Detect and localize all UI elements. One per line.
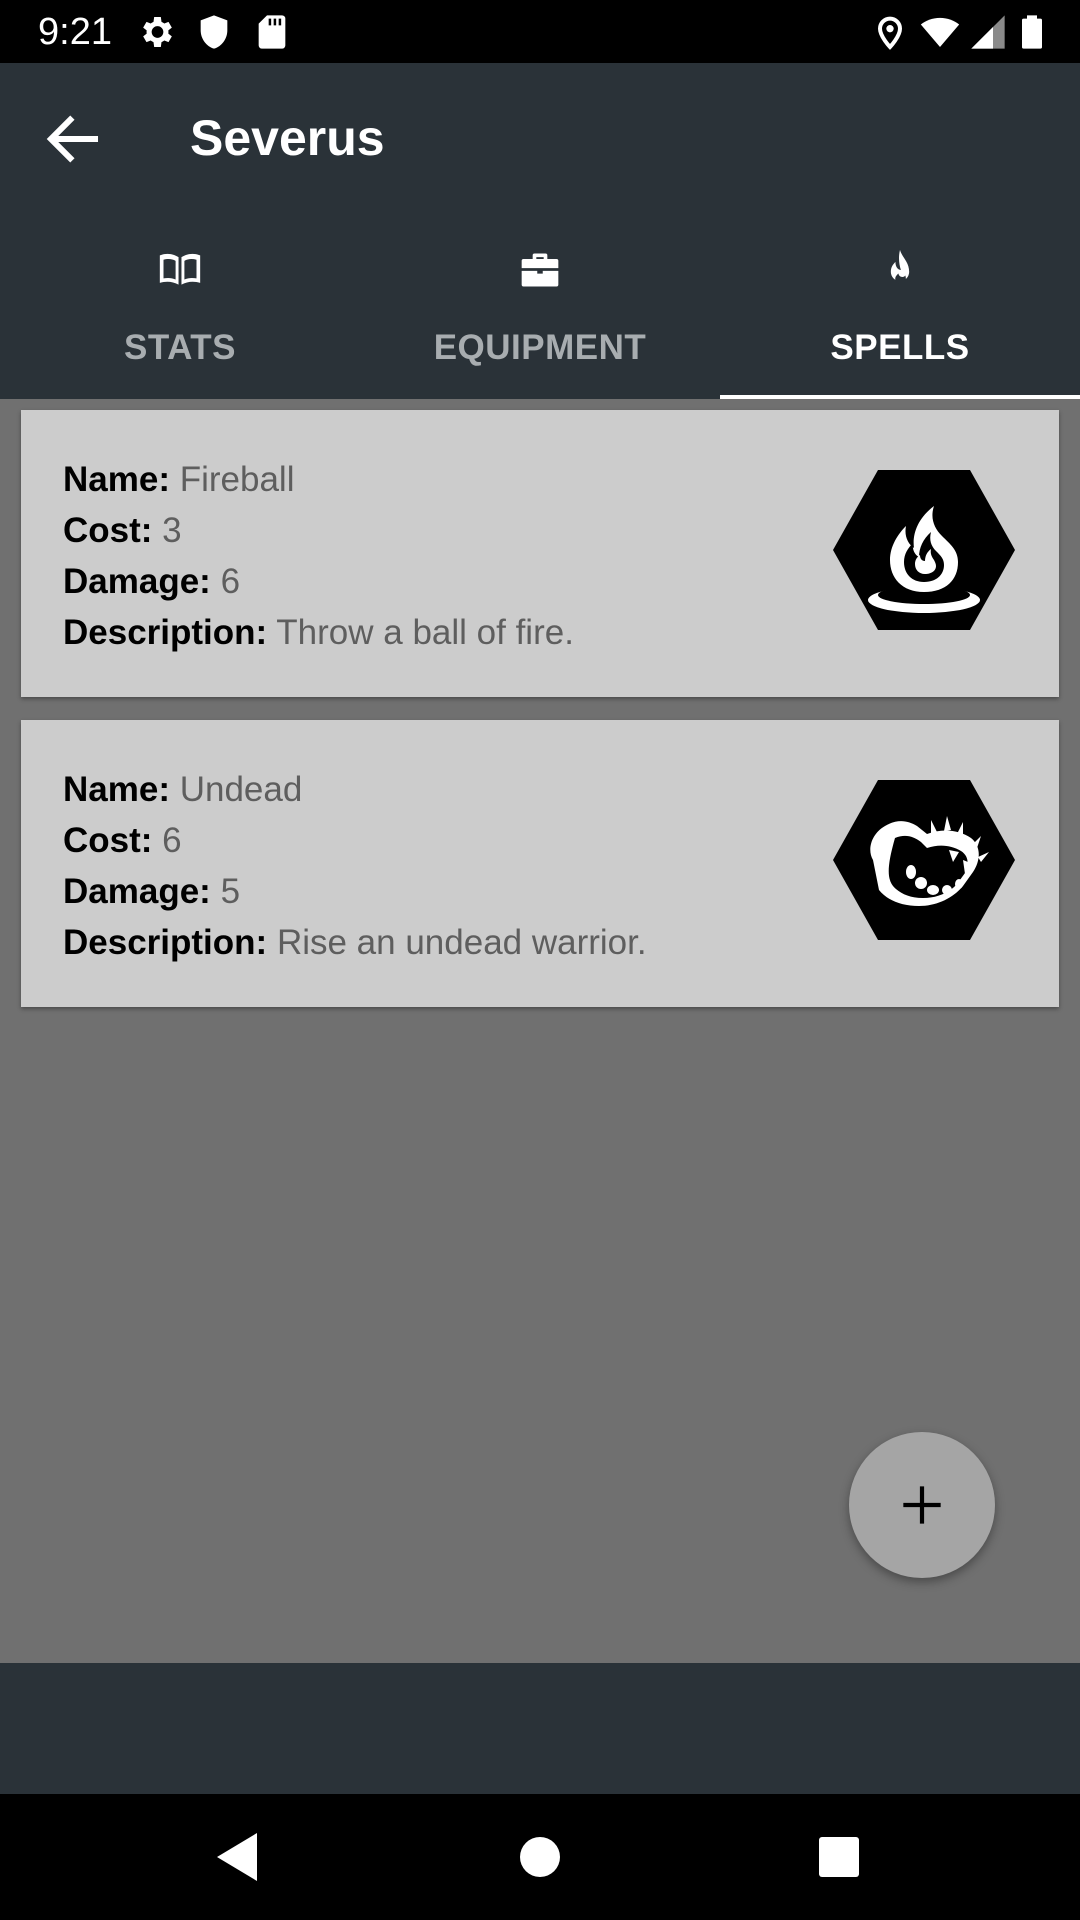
location-icon [870, 12, 910, 52]
tab-label: SPELLS [830, 328, 970, 367]
spell-card[interactable]: Name: Undead Cost: 6 Damage: 5 Descripti… [21, 720, 1059, 1007]
spell-damage-row: Damage: 6 [63, 556, 823, 607]
tab-bar: STATS EQUIPMENT SPELLS [0, 210, 1080, 400]
wifi-icon [920, 12, 960, 52]
tab-equipment[interactable]: EQUIPMENT [360, 210, 720, 399]
shield-icon [194, 12, 234, 52]
spell-cost: 3 [162, 511, 182, 550]
spell-description-label: Description: [63, 923, 268, 962]
briefcase-icon [518, 248, 562, 292]
recents-square-icon [819, 1837, 859, 1877]
home-circle-icon [520, 1837, 560, 1877]
spell-damage: 6 [220, 562, 241, 601]
spell-cost: 6 [162, 821, 182, 860]
spell-cost-label: Cost: [63, 821, 153, 860]
spell-name-row: Name: Undead [63, 764, 823, 815]
jaw-hexagon-icon [833, 780, 1015, 940]
tab-label: STATS [123, 328, 237, 367]
plus-icon [903, 1486, 941, 1524]
spell-description-row: Description: Rise an undead warrior. [63, 917, 823, 968]
spell-name: Undead [179, 770, 303, 809]
nav-home-button[interactable] [510, 1827, 570, 1887]
spell-name-label: Name: [63, 460, 170, 499]
back-triangle-icon [217, 1833, 257, 1881]
status-bar: 9:21 [0, 0, 1080, 63]
status-time: 9:21 [38, 11, 112, 53]
arrow-back-icon [46, 115, 99, 163]
tab-label: EQUIPMENT [433, 328, 647, 367]
spell-card[interactable]: Name: Fireball Cost: 3 Damage: 6 Descrip… [21, 410, 1059, 697]
spell-cost-row: Cost: 6 [63, 815, 823, 866]
spell-description-row: Description: Throw a ball of fire. [63, 607, 823, 658]
book-icon [158, 248, 202, 292]
spell-name: Fireball [179, 460, 295, 499]
tab-stats[interactable]: STATS [0, 210, 360, 399]
spell-cost-label: Cost: [63, 511, 153, 550]
spell-cost-row: Cost: 3 [63, 505, 823, 556]
battery-icon [1012, 12, 1052, 52]
nav-back-button[interactable] [207, 1827, 267, 1887]
add-spell-button[interactable] [849, 1432, 995, 1578]
page-title: Severus [190, 110, 385, 166]
signal-icon [968, 12, 1008, 52]
spell-description: Throw a ball of fire. [276, 613, 574, 652]
spell-damage-label: Damage: [63, 872, 211, 911]
spell-name-row: Name: Fireball [63, 454, 823, 505]
flame-icon [878, 248, 922, 292]
back-button[interactable] [40, 106, 106, 172]
fire-hexagon-icon [833, 470, 1015, 630]
spell-damage: 5 [220, 872, 241, 911]
tab-spells[interactable]: SPELLS [720, 210, 1080, 399]
spell-details: Name: Fireball Cost: 3 Damage: 6 Descrip… [63, 454, 823, 658]
spell-damage-label: Damage: [63, 562, 211, 601]
spell-damage-row: Damage: 5 [63, 866, 823, 917]
spell-name-label: Name: [63, 770, 170, 809]
app-bar: Severus [0, 63, 1080, 210]
sd-card-icon [252, 12, 292, 52]
system-navigation-bar [0, 1794, 1080, 1920]
spell-description: Rise an undead warrior. [276, 923, 647, 962]
bottom-bar [0, 1663, 1080, 1794]
gear-icon [136, 12, 176, 52]
nav-recents-button[interactable] [809, 1827, 869, 1887]
spell-description-label: Description: [63, 613, 268, 652]
spell-details: Name: Undead Cost: 6 Damage: 5 Descripti… [63, 764, 823, 968]
